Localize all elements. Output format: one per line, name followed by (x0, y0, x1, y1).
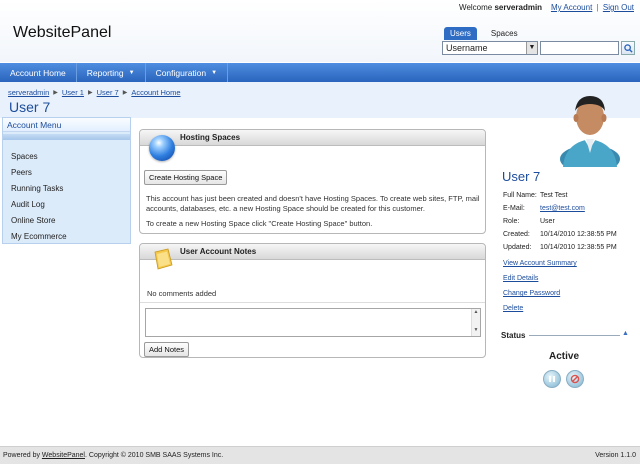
fullname-label: Full Name: (503, 192, 537, 199)
menu-item-my-ecommerce[interactable]: My Ecommerce (3, 229, 130, 245)
sign-out-link[interactable]: Sign Out (603, 3, 634, 12)
menu-item-online-store[interactable]: Online Store (3, 213, 130, 229)
chevron-down-icon: ▼ (128, 69, 135, 76)
menu-item-peers[interactable]: Peers (3, 165, 130, 181)
created-label: Created: (503, 231, 530, 238)
breadcrumb: serveradmin ▶ User 1 ▶ User 7 ▶ Account … (8, 88, 181, 97)
footer: Powered by WebsitePanel. Copyright © 201… (0, 446, 640, 464)
breadcrumb-user7[interactable]: User 7 (97, 88, 119, 97)
breadcrumb-user1[interactable]: User 1 (62, 88, 84, 97)
menu-item-running-tasks[interactable]: Running Tasks (3, 181, 130, 197)
search-input[interactable] (540, 41, 619, 55)
separator: | (596, 3, 599, 12)
my-account-link[interactable]: My Account (551, 3, 592, 12)
search-field-value: Username (446, 43, 488, 53)
globe-icon (149, 135, 175, 161)
add-notes-button[interactable]: Add Notes (144, 342, 190, 357)
note-icon (154, 248, 173, 270)
nav-label: Account Home (10, 67, 66, 78)
create-hosting-space-button[interactable]: Create Hosting Space (144, 170, 228, 185)
textarea-scrollbar[interactable]: ▲ ▼ (471, 309, 480, 336)
edit-details-link[interactable]: Edit Details (503, 275, 538, 282)
notes-empty-text: No comments added (147, 289, 217, 298)
tab-users[interactable]: Users (444, 27, 477, 40)
footer-copyright: Powered by WebsitePanel. Copyright © 201… (3, 447, 223, 464)
chevron-right-icon: ▶ (53, 90, 58, 96)
profile-role-row: Role: User (503, 218, 555, 225)
user-avatar-icon (560, 96, 620, 167)
nav-label: Reporting (86, 67, 124, 78)
notes-textarea[interactable]: ▲ ▼ (145, 308, 481, 337)
user-links: Welcome serveradmin My Account | Sign Ou… (459, 3, 634, 12)
status-value: Active (549, 351, 580, 362)
created-value: 10/14/2010 12:38:55 PM (540, 231, 617, 238)
status-title: Status (501, 331, 530, 340)
updated-label: Updated: (503, 244, 532, 251)
footer-version: Version 1.1.0 (595, 452, 636, 459)
search-button[interactable] (621, 41, 635, 55)
footer-product-link[interactable]: WebsitePanel (42, 452, 85, 459)
view-account-summary-link[interactable]: View Account Summary (503, 260, 577, 267)
change-password-link[interactable]: Change Password (503, 290, 560, 297)
powered-by-text: Powered by (3, 452, 40, 459)
nav-label: Configuration (155, 67, 207, 78)
fullname-value: Test Test (540, 192, 568, 199)
email-link[interactable]: test@test.com (540, 205, 585, 212)
updated-value: 10/14/2010 12:38:55 PM (540, 244, 617, 251)
logo[interactable]: WebsitePanel (13, 24, 111, 42)
welcome-username: serveradmin (494, 3, 543, 12)
search-tabs: Users Spaces (444, 27, 524, 40)
user-notes-title: User Account Notes (140, 244, 485, 260)
page-title: User 7 (9, 99, 51, 115)
copyright-text: . Copyright © 2010 SMB SAAS Systems Inc. (85, 452, 224, 459)
profile-email-row: E-Mail: test@test.com (503, 205, 585, 212)
profile-updated-row: Updated: 10/14/2010 12:38:55 PM (503, 244, 617, 251)
tab-spaces[interactable]: Spaces (485, 27, 524, 40)
nav-reporting[interactable]: Reporting ▼ (77, 63, 146, 82)
chevron-right-icon: ▶ (122, 90, 128, 96)
chevron-up-icon[interactable]: ▲ (622, 330, 629, 337)
menu-item-audit-log[interactable]: Audit Log (3, 197, 130, 213)
status-divider (528, 335, 620, 336)
account-menu: Account Menu Spaces Peers Running Tasks … (2, 117, 131, 244)
disable-icon (570, 374, 580, 384)
chevron-down-icon: ▼ (211, 69, 218, 76)
profile-fullname-row: Full Name: Test Test (503, 192, 568, 199)
role-value: User (540, 218, 555, 225)
disable-button[interactable] (566, 370, 584, 388)
pause-button[interactable] (543, 370, 561, 388)
hosting-spaces-hint: To create a new Hosting Space click "Cre… (146, 219, 373, 228)
email-label: E-Mail: (503, 205, 525, 212)
hosting-spaces-title: Hosting Spaces (140, 130, 485, 146)
chevron-down-icon[interactable]: ▼ (526, 42, 537, 54)
notes-divider (140, 302, 485, 303)
role-label: Role: (503, 218, 520, 225)
hosting-spaces-text: This account has just been created and d… (146, 194, 480, 213)
delete-link[interactable]: Delete (503, 305, 523, 312)
profile-name: User 7 (502, 169, 541, 184)
profile-created-row: Created: 10/14/2010 12:38:55 PM (503, 231, 617, 238)
user-notes-panel: User Account Notes No comments added ▲ ▼ … (139, 243, 486, 358)
search-field-select[interactable]: Username ▼ (442, 41, 538, 55)
nav-configuration[interactable]: Configuration ▼ (146, 63, 229, 82)
search-icon (623, 43, 633, 53)
welcome-text: Welcome (459, 3, 493, 12)
menu-item-spaces[interactable]: Spaces (3, 149, 130, 165)
hosting-spaces-panel: Hosting Spaces Create Hosting Space This… (139, 129, 486, 234)
breadcrumb-account-home[interactable]: Account Home (131, 88, 180, 97)
chevron-right-icon: ▶ (87, 90, 93, 96)
main-nav: Account Home Reporting ▼ Configuration ▼ (0, 63, 640, 82)
search-row: Username ▼ (442, 41, 635, 55)
breadcrumb-serveradmin[interactable]: serveradmin (8, 88, 49, 97)
pause-icon (549, 376, 555, 382)
nav-account-home[interactable]: Account Home (0, 63, 77, 82)
account-menu-title: Account Menu (3, 118, 130, 132)
